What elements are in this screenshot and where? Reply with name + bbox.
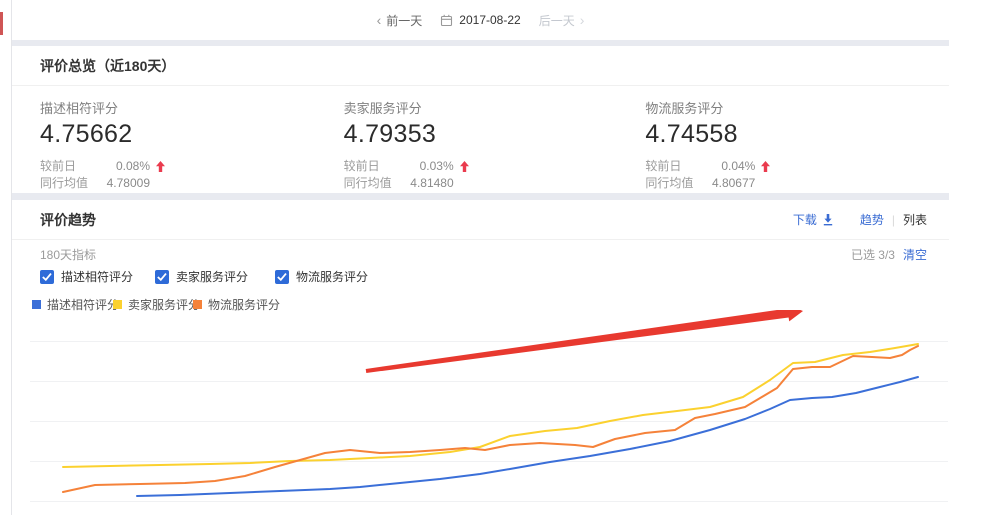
current-date: 2017-08-22 (459, 13, 520, 27)
card-row: 较前日 0.03% (344, 158, 646, 175)
trend-line-chart (0, 310, 1001, 515)
checkbox-description-score[interactable]: 描述相符评分 (40, 268, 133, 285)
date-picker[interactable]: 2017-08-22 (440, 13, 520, 27)
score-cards: 描述相符评分 4.75662 较前日 0.08% 同行均值 4.78009 卖家… (12, 86, 949, 192)
window-edge-red-sliver (0, 12, 3, 35)
prev-day-label: 前一天 (386, 12, 422, 29)
view-trend-tab[interactable]: 趋势 (860, 211, 884, 228)
checkbox-seller-service-score[interactable]: 卖家服务评分 (155, 268, 248, 285)
overview-header: 评价总览（近180天） (12, 46, 949, 86)
chevron-right-icon: › (580, 12, 585, 28)
next-day-button[interactable]: 后一天 › (539, 12, 585, 29)
card-value: 4.75662 (40, 120, 344, 149)
section-separator (12, 193, 949, 200)
selected-count: 已选 3/3 (851, 246, 895, 263)
prev-day-button[interactable]: ‹ 前一天 (377, 12, 423, 29)
chevron-left-icon: ‹ (377, 12, 382, 28)
download-button[interactable]: 下载 (793, 211, 834, 228)
card-label: 物流服务评分 (645, 98, 949, 117)
card-row: 同行均值 4.78009 (40, 175, 344, 192)
checkbox-checked-icon (40, 270, 54, 284)
card-label: 描述相符评分 (40, 98, 344, 117)
card-row: 同行均值 4.80677 (645, 175, 949, 192)
up-arrow-icon (761, 161, 770, 172)
score-card-seller-service: 卖家服务评分 4.79353 较前日 0.03% 同行均值 4.81480 (344, 98, 646, 192)
checkbox-checked-icon (155, 270, 169, 284)
card-value: 4.79353 (344, 120, 646, 149)
legend-swatch-yellow (113, 300, 122, 309)
card-row: 较前日 0.04% (645, 158, 949, 175)
selection-status: 已选 3/3 清空 (851, 246, 927, 263)
legend-swatch-blue (32, 300, 41, 309)
calendar-icon (440, 14, 453, 27)
score-card-description: 描述相符评分 4.75662 较前日 0.08% 同行均值 4.78009 (40, 98, 344, 192)
card-value: 4.74558 (645, 120, 949, 149)
card-row: 同行均值 4.81480 (344, 175, 646, 192)
legend-swatch-orange (193, 300, 202, 309)
view-list-tab[interactable]: 列表 (903, 211, 927, 228)
score-card-logistics: 物流服务评分 4.74558 较前日 0.04% 同行均值 4.80677 (645, 98, 949, 192)
checkbox-checked-icon (275, 270, 289, 284)
up-arrow-icon (460, 161, 469, 172)
download-label: 下载 (793, 211, 817, 228)
overview-panel: 评价总览（近180天） 描述相符评分 4.75662 较前日 0.08% 同行均… (12, 46, 949, 193)
overview-title: 评价总览（近180天） (40, 56, 175, 76)
indicator-filter-row: 180天指标 已选 3/3 清空 (40, 246, 927, 263)
trend-header: 评价趋势 下载 趋势 | 列表 (12, 200, 949, 240)
view-divider: | (892, 213, 895, 227)
trend-title: 评价趋势 (40, 210, 96, 230)
card-row: 较前日 0.08% (40, 158, 344, 175)
download-icon (822, 213, 834, 226)
trend-header-controls: 下载 趋势 | 列表 (793, 211, 927, 228)
up-arrow-icon (156, 161, 165, 172)
card-label: 卖家服务评分 (344, 98, 646, 117)
next-day-label: 后一天 (539, 12, 575, 29)
date-navigation-bar: ‹ 前一天 2017-08-22 后一天 › (12, 0, 949, 40)
indicator-label: 180天指标 (40, 246, 96, 263)
checkbox-logistics-score[interactable]: 物流服务评分 (275, 268, 368, 285)
view-toggle: 趋势 | 列表 (860, 211, 927, 228)
clear-selection-link[interactable]: 清空 (903, 246, 927, 263)
